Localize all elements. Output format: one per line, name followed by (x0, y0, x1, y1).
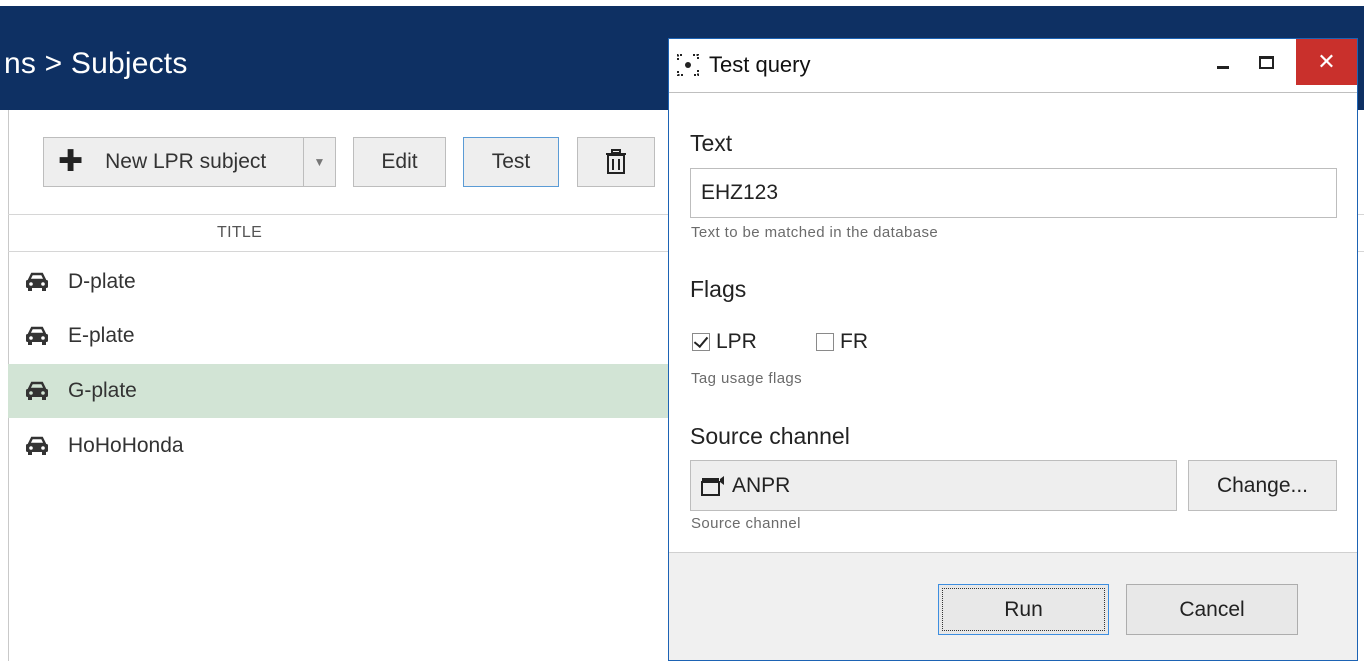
test-query-dialog: Test query ✕ Text Text to be matched in … (668, 38, 1358, 661)
car-icon (26, 326, 48, 345)
trash-icon (606, 149, 626, 174)
plus-icon: ✚ (58, 145, 84, 178)
dialog-title: Test query (709, 52, 811, 77)
query-target-icon (677, 54, 699, 76)
text-section-label: Text (690, 130, 733, 156)
checkbox-checked-icon (692, 333, 710, 351)
source-channel-field: ANPR (690, 460, 1177, 511)
new-subject-dropdown-button[interactable]: ▼ (303, 137, 336, 187)
breadcrumb: ns > Subjects (4, 47, 188, 80)
flags-section-label: Flags (690, 276, 747, 302)
new-lpr-subject-label: New LPR subject (105, 150, 267, 173)
text-input[interactable] (690, 168, 1337, 218)
camera-channel-icon (701, 475, 724, 496)
car-icon (26, 436, 48, 455)
source-help: Source channel (691, 515, 801, 532)
fr-label: FR (840, 330, 868, 353)
lpr-label: LPR (716, 330, 757, 353)
close-icon: ✕ (1317, 49, 1336, 74)
text-help: Text to be matched in the database (691, 224, 939, 241)
source-channel-value: ANPR (732, 473, 791, 497)
row-title: G-plate (68, 379, 137, 402)
dialog-footer: Run Cancel (669, 552, 1357, 660)
table-row[interactable]: D-plate (8, 255, 668, 309)
row-title: D-plate (68, 270, 136, 293)
flags-help: Tag usage flags (691, 370, 803, 387)
edit-button[interactable]: Edit (353, 137, 446, 187)
checkbox-unchecked-icon (816, 333, 834, 351)
run-button[interactable]: Run (938, 584, 1109, 635)
car-icon (26, 272, 48, 291)
dialog-titlebar[interactable]: Test query ✕ (669, 39, 1357, 92)
row-title: HoHoHonda (68, 434, 184, 457)
minimize-icon[interactable] (1217, 66, 1229, 69)
table-row[interactable]: HoHoHonda (8, 419, 668, 473)
new-lpr-subject-button[interactable]: ✚ New LPR subject (43, 137, 304, 187)
test-button[interactable]: Test (463, 137, 559, 187)
car-icon (26, 381, 48, 400)
lpr-checkbox[interactable]: LPR (692, 330, 757, 354)
table-row-selected[interactable]: G-plate (8, 364, 668, 418)
focus-ring (942, 588, 1105, 631)
table-row[interactable]: E-plate (8, 309, 668, 363)
cancel-button[interactable]: Cancel (1126, 584, 1298, 635)
chevron-down-icon: ▼ (313, 155, 326, 169)
dialog-body: Text Text to be matched in the database … (669, 92, 1357, 552)
fr-checkbox[interactable]: FR (816, 330, 868, 354)
close-button[interactable]: ✕ (1296, 39, 1357, 85)
maximize-icon[interactable] (1259, 56, 1274, 69)
change-source-button[interactable]: Change... (1188, 460, 1337, 511)
row-title: E-plate (68, 324, 135, 347)
column-header-title[interactable]: TITLE (217, 224, 262, 242)
delete-button[interactable] (577, 137, 655, 187)
source-section-label: Source channel (690, 423, 850, 449)
